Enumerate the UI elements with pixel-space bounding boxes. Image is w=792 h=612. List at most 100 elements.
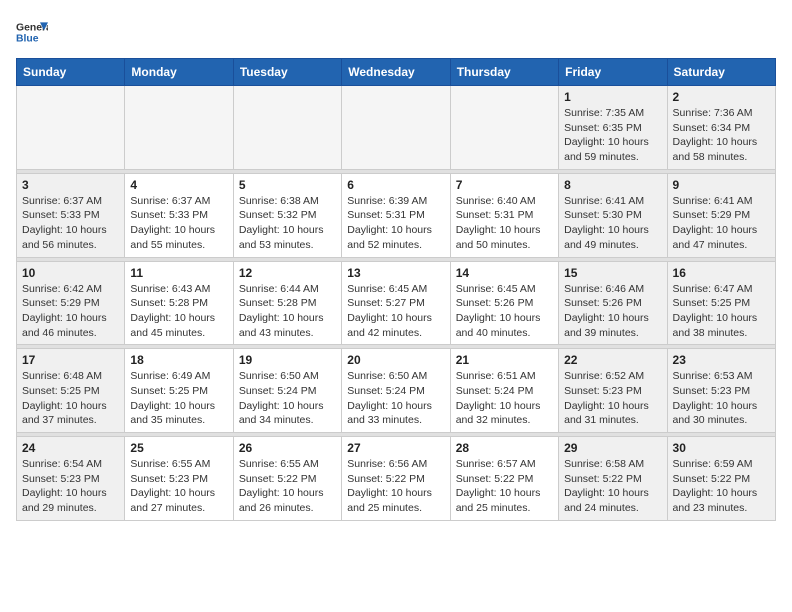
week-row-2: 3 Sunrise: 6:37 AMSunset: 5:33 PMDaylight… <box>17 173 776 257</box>
weekday-header-monday: Monday <box>125 59 233 86</box>
calendar-cell-0-1 <box>125 86 233 170</box>
weekday-header-friday: Friday <box>559 59 667 86</box>
day-number: 25 <box>130 441 227 455</box>
weekday-header-wednesday: Wednesday <box>342 59 450 86</box>
day-info: Sunrise: 6:55 AMSunset: 5:23 PMDaylight:… <box>130 457 227 516</box>
calendar-cell-4-1: 25 Sunrise: 6:55 AMSunset: 5:23 PMDayligh… <box>125 437 233 521</box>
day-number: 6 <box>347 178 444 192</box>
calendar-cell-0-0 <box>17 86 125 170</box>
day-info: Sunrise: 6:45 AMSunset: 5:27 PMDaylight:… <box>347 282 444 341</box>
calendar-cell-0-3 <box>342 86 450 170</box>
calendar-cell-2-4: 14 Sunrise: 6:45 AMSunset: 5:26 PMDayligh… <box>450 261 558 345</box>
day-info: Sunrise: 6:37 AMSunset: 5:33 PMDaylight:… <box>22 194 119 253</box>
day-info: Sunrise: 6:51 AMSunset: 5:24 PMDaylight:… <box>456 369 553 428</box>
day-info: Sunrise: 6:42 AMSunset: 5:29 PMDaylight:… <box>22 282 119 341</box>
day-number: 14 <box>456 266 553 280</box>
weekday-header-sunday: Sunday <box>17 59 125 86</box>
day-number: 13 <box>347 266 444 280</box>
day-info: Sunrise: 6:41 AMSunset: 5:29 PMDaylight:… <box>673 194 770 253</box>
calendar-cell-3-4: 21Sunrise: 6:51 AMSunset: 5:24 PMDayligh… <box>450 349 558 433</box>
calendar-cell-1-4: 7Sunrise: 6:40 AMSunset: 5:31 PMDaylight… <box>450 173 558 257</box>
day-number: 18 <box>130 353 227 367</box>
day-number: 8 <box>564 178 661 192</box>
weekday-header-tuesday: Tuesday <box>233 59 341 86</box>
day-info: Sunrise: 6:48 AMSunset: 5:25 PMDaylight:… <box>22 369 119 428</box>
day-number: 23 <box>673 353 770 367</box>
calendar-cell-4-4: 28 Sunrise: 6:57 AMSunset: 5:22 PMDayligh… <box>450 437 558 521</box>
day-number: 10 <box>22 266 119 280</box>
day-info: Sunrise: 6:47 AMSunset: 5:25 PMDaylight:… <box>673 282 770 341</box>
day-number: 26 <box>239 441 336 455</box>
weekday-header-saturday: Saturday <box>667 59 775 86</box>
day-info: Sunrise: 6:41 AMSunset: 5:30 PMDaylight:… <box>564 194 661 253</box>
day-info: Sunrise: 6:45 AMSunset: 5:26 PMDaylight:… <box>456 282 553 341</box>
calendar-cell-0-6: 2Sunrise: 7:36 AMSunset: 6:34 PMDaylight… <box>667 86 775 170</box>
day-info: Sunrise: 6:50 AMSunset: 5:24 PMDaylight:… <box>347 369 444 428</box>
day-number: 15 <box>564 266 661 280</box>
day-number: 19 <box>239 353 336 367</box>
day-number: 28 <box>456 441 553 455</box>
day-info: Sunrise: 6:53 AMSunset: 5:23 PMDaylight:… <box>673 369 770 428</box>
week-row-3: 10 Sunrise: 6:42 AMSunset: 5:29 PMDayligh… <box>17 261 776 345</box>
day-number: 3 <box>22 178 119 192</box>
calendar-cell-1-5: 8 Sunrise: 6:41 AMSunset: 5:30 PMDaylight… <box>559 173 667 257</box>
calendar-cell-4-2: 26 Sunrise: 6:55 AMSunset: 5:22 PMDayligh… <box>233 437 341 521</box>
day-number: 22 <box>564 353 661 367</box>
weekday-header-thursday: Thursday <box>450 59 558 86</box>
day-number: 12 <box>239 266 336 280</box>
day-number: 5 <box>239 178 336 192</box>
day-info: Sunrise: 6:59 AMSunset: 5:22 PMDaylight:… <box>673 457 770 516</box>
svg-text:Blue: Blue <box>16 34 39 45</box>
day-info: Sunrise: 6:39 AMSunset: 5:31 PMDaylight:… <box>347 194 444 253</box>
calendar-cell-4-6: 30 Sunrise: 6:59 AMSunset: 5:22 PMDayligh… <box>667 437 775 521</box>
calendar-cell-3-3: 20 Sunrise: 6:50 AMSunset: 5:24 PMDayligh… <box>342 349 450 433</box>
day-info: Sunrise: 6:37 AMSunset: 5:33 PMDaylight:… <box>130 194 227 253</box>
day-info: Sunrise: 6:52 AMSunset: 5:23 PMDaylight:… <box>564 369 661 428</box>
day-info: Sunrise: 6:38 AMSunset: 5:32 PMDaylight:… <box>239 194 336 253</box>
day-info: Sunrise: 7:36 AMSunset: 6:34 PMDaylight:… <box>673 106 770 165</box>
calendar-cell-2-1: 11 Sunrise: 6:43 AMSunset: 5:28 PMDayligh… <box>125 261 233 345</box>
calendar-cell-0-5: 1 Sunrise: 7:35 AMSunset: 6:35 PMDaylight… <box>559 86 667 170</box>
day-info: Sunrise: 6:54 AMSunset: 5:23 PMDaylight:… <box>22 457 119 516</box>
day-info: Sunrise: 6:50 AMSunset: 5:24 PMDaylight:… <box>239 369 336 428</box>
day-info: Sunrise: 6:55 AMSunset: 5:22 PMDaylight:… <box>239 457 336 516</box>
day-number: 1 <box>564 90 661 104</box>
day-number: 9 <box>673 178 770 192</box>
calendar-cell-0-4 <box>450 86 558 170</box>
day-number: 27 <box>347 441 444 455</box>
calendar-cell-2-5: 15 Sunrise: 6:46 AMSunset: 5:26 PMDayligh… <box>559 261 667 345</box>
calendar-cell-2-2: 12Sunrise: 6:44 AMSunset: 5:28 PMDayligh… <box>233 261 341 345</box>
day-info: Sunrise: 6:56 AMSunset: 5:22 PMDaylight:… <box>347 457 444 516</box>
calendar-cell-4-5: 29Sunrise: 6:58 AMSunset: 5:22 PMDayligh… <box>559 437 667 521</box>
day-info: Sunrise: 6:58 AMSunset: 5:22 PMDaylight:… <box>564 457 661 516</box>
calendar-cell-1-2: 5 Sunrise: 6:38 AMSunset: 5:32 PMDaylight… <box>233 173 341 257</box>
day-info: Sunrise: 6:49 AMSunset: 5:25 PMDaylight:… <box>130 369 227 428</box>
logo: General Blue <box>16 16 48 48</box>
day-number: 17 <box>22 353 119 367</box>
day-number: 4 <box>130 178 227 192</box>
day-info: Sunrise: 7:35 AMSunset: 6:35 PMDaylight:… <box>564 106 661 165</box>
week-row-4: 17 Sunrise: 6:48 AMSunset: 5:25 PMDayligh… <box>17 349 776 433</box>
calendar-cell-0-2 <box>233 86 341 170</box>
day-number: 30 <box>673 441 770 455</box>
calendar-cell-2-0: 10 Sunrise: 6:42 AMSunset: 5:29 PMDayligh… <box>17 261 125 345</box>
week-row-1: 1 Sunrise: 7:35 AMSunset: 6:35 PMDaylight… <box>17 86 776 170</box>
calendar-table: SundayMondayTuesdayWednesdayThursdayFrid… <box>16 58 776 521</box>
logo-icon: General Blue <box>16 16 48 48</box>
day-number: 24 <box>22 441 119 455</box>
calendar-cell-1-0: 3 Sunrise: 6:37 AMSunset: 5:33 PMDaylight… <box>17 173 125 257</box>
day-number: 7 <box>456 178 553 192</box>
calendar-cell-1-6: 9 Sunrise: 6:41 AMSunset: 5:29 PMDaylight… <box>667 173 775 257</box>
day-number: 20 <box>347 353 444 367</box>
day-info: Sunrise: 6:43 AMSunset: 5:28 PMDaylight:… <box>130 282 227 341</box>
day-info: Sunrise: 6:46 AMSunset: 5:26 PMDaylight:… <box>564 282 661 341</box>
day-number: 11 <box>130 266 227 280</box>
calendar-cell-3-5: 22 Sunrise: 6:52 AMSunset: 5:23 PMDayligh… <box>559 349 667 433</box>
week-row-5: 24 Sunrise: 6:54 AMSunset: 5:23 PMDayligh… <box>17 437 776 521</box>
calendar-cell-2-3: 13 Sunrise: 6:45 AMSunset: 5:27 PMDayligh… <box>342 261 450 345</box>
day-info: Sunrise: 6:57 AMSunset: 5:22 PMDaylight:… <box>456 457 553 516</box>
calendar-cell-3-1: 18 Sunrise: 6:49 AMSunset: 5:25 PMDayligh… <box>125 349 233 433</box>
calendar-cell-2-6: 16 Sunrise: 6:47 AMSunset: 5:25 PMDayligh… <box>667 261 775 345</box>
page-header: General Blue <box>16 16 776 48</box>
day-number: 16 <box>673 266 770 280</box>
